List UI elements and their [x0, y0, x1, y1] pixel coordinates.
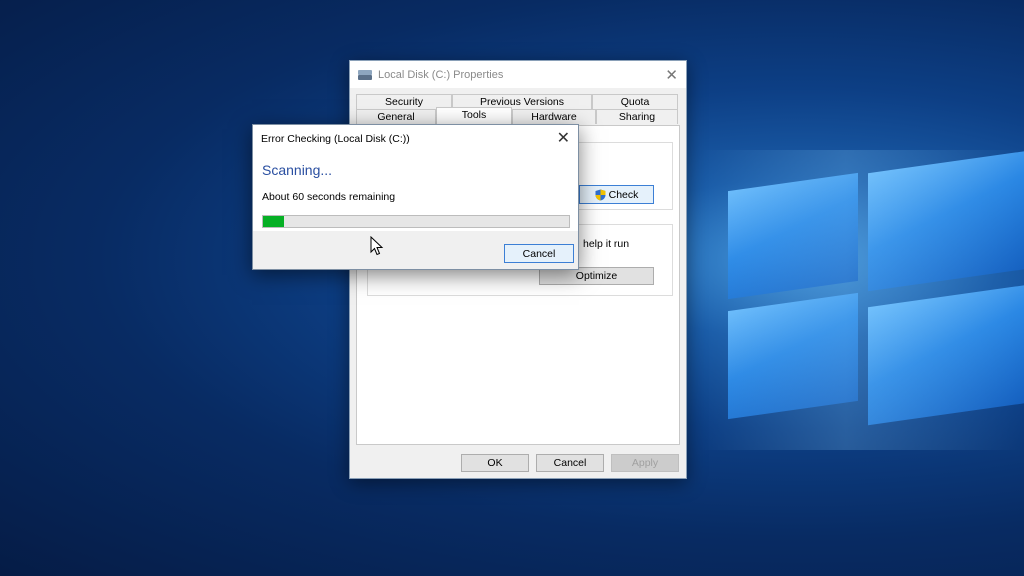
- close-icon[interactable]: ✕: [665, 66, 678, 84]
- close-icon[interactable]: ✕: [557, 128, 570, 148]
- dialog-content: Error Checking (Local Disk (C:)) ✕ Scann…: [253, 125, 578, 231]
- scan-progress-bar: [262, 215, 570, 228]
- scan-status: Scanning...: [262, 162, 333, 178]
- cursor-icon: [370, 236, 384, 256]
- dialog-cancel-button[interactable]: Cancel: [504, 244, 574, 263]
- tab-quota[interactable]: Quota: [592, 94, 678, 109]
- dialog-title: Error Checking (Local Disk (C:)): [261, 133, 410, 145]
- light-beam: [700, 150, 1024, 450]
- check-button[interactable]: Check: [579, 185, 654, 204]
- tab-row-1: Security Previous Versions Quota: [356, 94, 678, 109]
- optimize-help-text: help it run: [583, 238, 630, 250]
- properties-titlebar[interactable]: Local Disk (C:) Properties: [350, 61, 686, 88]
- drive-icon: [358, 69, 372, 80]
- ok-button[interactable]: OK: [461, 454, 529, 472]
- check-label: Check: [608, 188, 639, 201]
- progress-fill: [263, 216, 285, 227]
- tab-row-2: General Tools Hardware Sharing: [356, 107, 678, 124]
- apply-button[interactable]: Apply: [611, 454, 679, 472]
- shield-icon: [595, 189, 606, 201]
- time-remaining: About 60 seconds remaining: [262, 191, 396, 203]
- tab-tools[interactable]: Tools: [436, 107, 512, 124]
- windows-logo: [700, 150, 1024, 450]
- properties-title: Local Disk (C:) Properties: [378, 68, 504, 81]
- tab-hardware[interactable]: Hardware: [512, 109, 596, 124]
- cancel-button[interactable]: Cancel: [536, 454, 604, 472]
- tab-general[interactable]: General: [356, 109, 436, 124]
- tab-sharing[interactable]: Sharing: [596, 109, 678, 124]
- error-checking-dialog: Error Checking (Local Disk (C:)) ✕ Scann…: [252, 124, 579, 270]
